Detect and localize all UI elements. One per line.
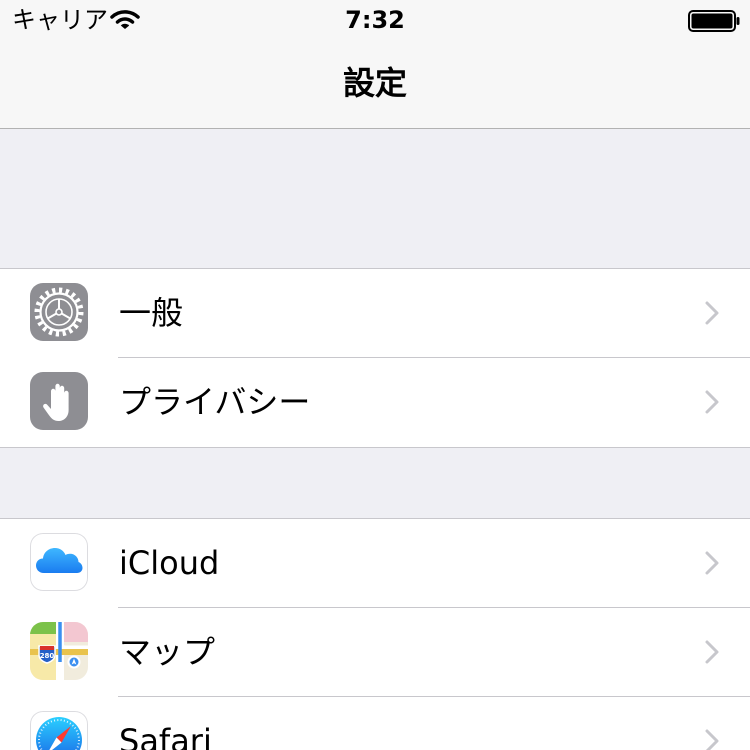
status-bar: キャリア 7:32 xyxy=(0,0,750,40)
chevron-right-icon xyxy=(704,389,720,415)
settings-row-general[interactable]: 一般 xyxy=(0,269,750,358)
settings-row-icloud[interactable]: iCloud xyxy=(0,519,750,608)
settings-row-label: iCloud xyxy=(119,544,220,582)
settings-row-label: Safari xyxy=(119,722,212,750)
compass-icon xyxy=(30,711,88,750)
chevron-right-icon xyxy=(704,639,720,665)
chevron-right-icon xyxy=(704,728,720,750)
svg-text:280: 280 xyxy=(40,652,55,660)
settings-group-apps: iCloud 280 マップ Safari xyxy=(0,518,750,750)
settings-row-safari[interactable]: Safari xyxy=(0,697,750,750)
settings-row-label: マップ xyxy=(119,633,216,671)
navigation-bar: キャリア 7:32 設定 xyxy=(0,0,750,129)
settings-row-privacy[interactable]: プライバシー xyxy=(0,358,750,447)
settings-screen: キャリア 7:32 設定 一般 プライバシー iCloud 280 マップ Sa… xyxy=(0,0,750,750)
settings-row-maps[interactable]: 280 マップ xyxy=(0,608,750,697)
hand-icon xyxy=(30,372,88,430)
battery-icon xyxy=(688,10,740,32)
chevron-right-icon xyxy=(704,300,720,326)
settings-row-label: 一般 xyxy=(119,294,184,332)
status-clock: 7:32 xyxy=(345,6,405,34)
map-icon: 280 xyxy=(30,622,88,680)
settings-row-label: プライバシー xyxy=(119,383,311,421)
page-title: 設定 xyxy=(342,64,407,102)
gear-icon xyxy=(30,283,88,341)
chevron-right-icon xyxy=(704,550,720,576)
cloud-icon xyxy=(30,533,88,591)
settings-group-system: 一般 プライバシー xyxy=(0,268,750,448)
